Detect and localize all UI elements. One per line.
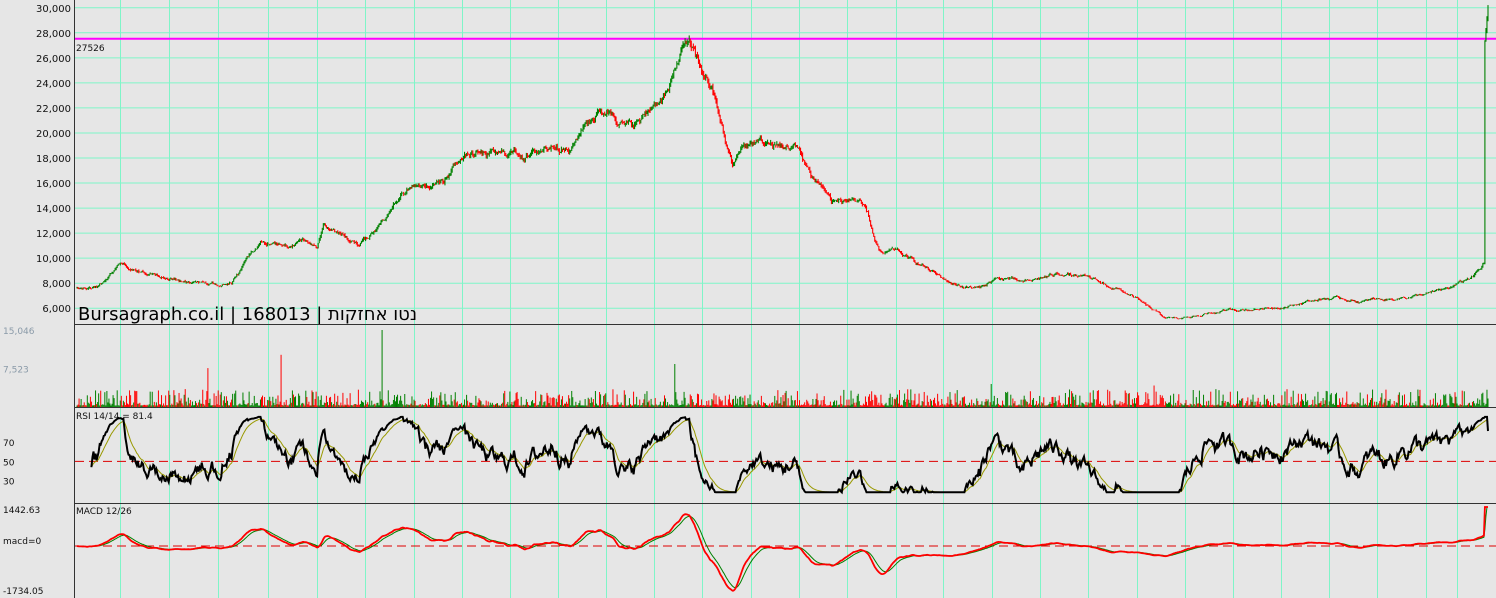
- price-tick-label: 16,000: [36, 179, 71, 190]
- price-tick-label: 8,000: [42, 279, 71, 290]
- price-tick-label: 26,000: [36, 54, 71, 65]
- macd-min-label: -1734.05: [3, 587, 43, 597]
- price-tick-label: 30,000: [36, 4, 71, 15]
- volume-tick-label: 15,046: [3, 327, 35, 337]
- rsi-axis: 70 50 30: [3, 439, 15, 488]
- macd-zero-label: macd=0: [3, 537, 41, 547]
- price-tick-label: 22,000: [36, 104, 71, 115]
- price-tick-label: 20,000: [36, 129, 71, 140]
- price-tick-label: 24,000: [36, 79, 71, 90]
- price-tick-label: 28,000: [36, 29, 71, 40]
- price-tick-label: 14,000: [36, 204, 71, 215]
- rsi-tick-label: 50: [3, 458, 15, 468]
- price-tick-label: 10,000: [36, 254, 71, 265]
- macd-title: MACD 12/26: [76, 507, 132, 517]
- stock-chart: 30,000 28,000 26,000 24,000 22,000 20,000 18,0…: [0, 0, 1496, 598]
- chart-background: [0, 0, 1496, 598]
- price-tick-label: 18,000: [36, 154, 71, 165]
- price-tick-label: 12,000: [36, 229, 71, 240]
- rsi-tick-label: 30: [3, 478, 15, 488]
- rsi-tick-label: 70: [3, 439, 15, 449]
- chart-title: Bursagraph.co.il | 168013 | נטו אחזקות: [78, 304, 417, 325]
- level-label: 27526: [76, 44, 105, 54]
- volume-tick-label: 7,523: [3, 366, 29, 376]
- price-tick-label: 6,000: [42, 304, 71, 315]
- macd-max-label: 1442.63: [3, 506, 40, 516]
